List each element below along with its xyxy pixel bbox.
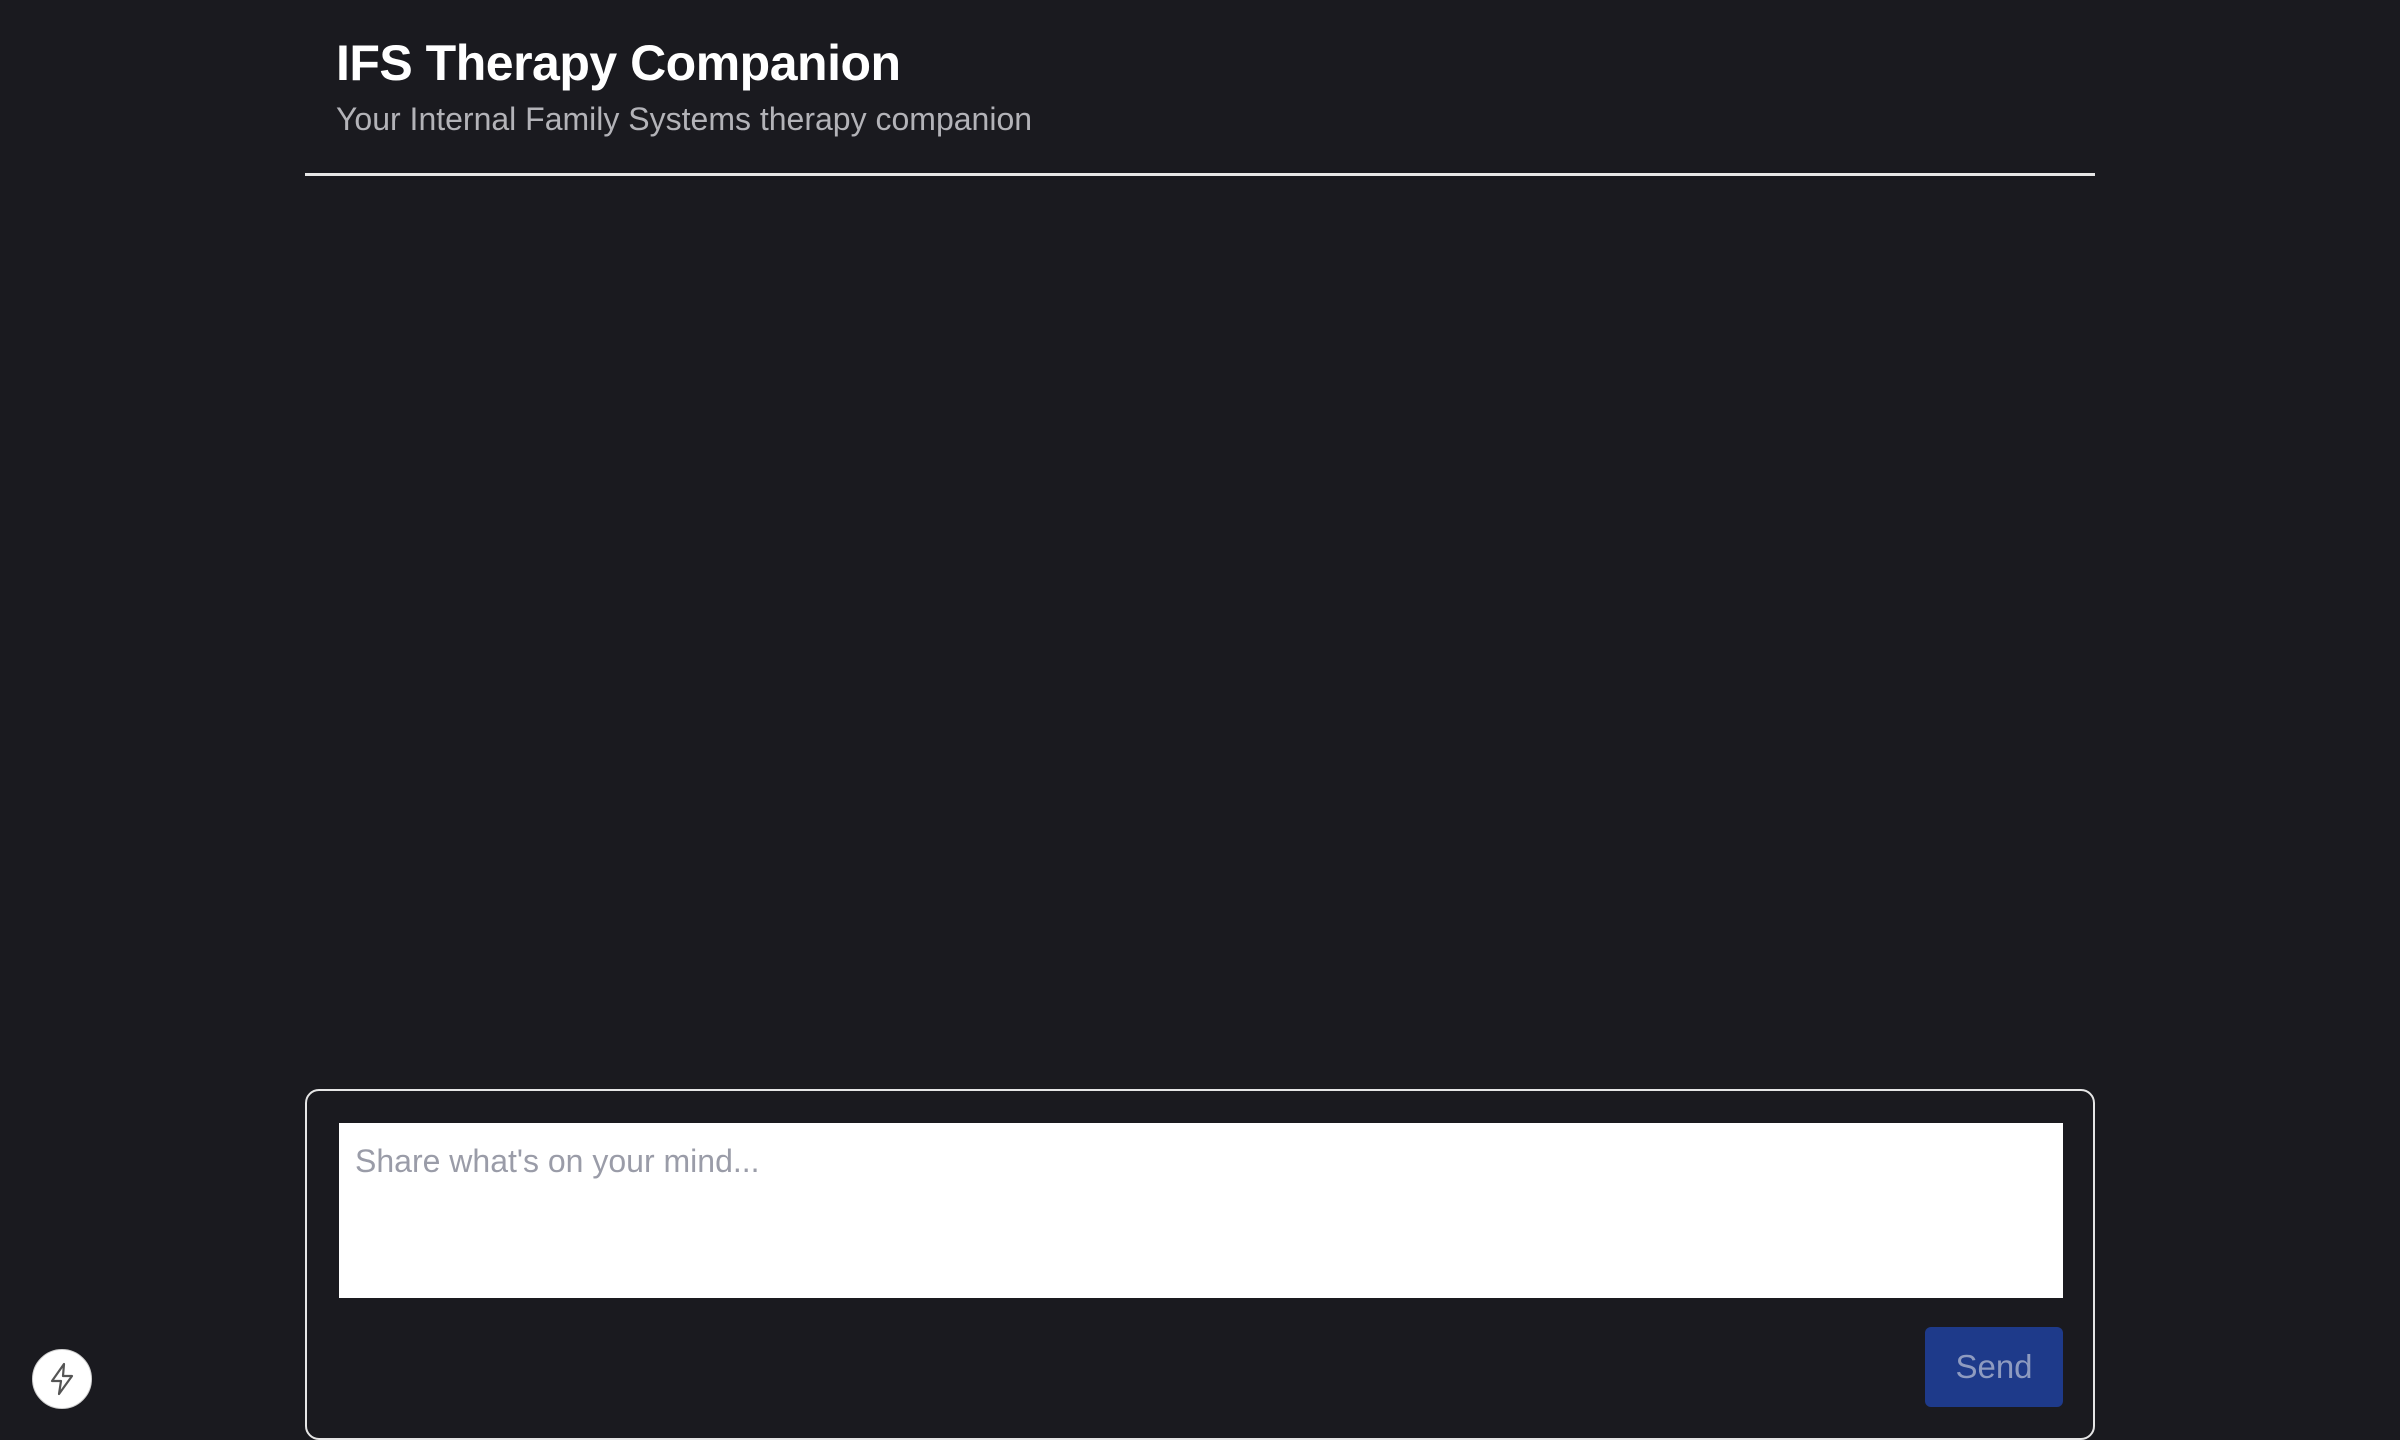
send-button[interactable]: Send <box>1925 1327 2063 1407</box>
page-title: IFS Therapy Companion <box>336 35 901 91</box>
message-area <box>305 180 2095 1080</box>
page-subtitle: Your Internal Family Systems therapy com… <box>336 101 1033 137</box>
message-input[interactable] <box>339 1123 2063 1298</box>
main-container: IFS Therapy Companion Your Internal Fami… <box>305 0 2095 1440</box>
page-header: IFS Therapy Companion Your Internal Fami… <box>305 0 2095 176</box>
lightning-bolt-icon <box>47 1362 77 1396</box>
message-composer: Send <box>305 1089 2095 1440</box>
floating-action-button[interactable] <box>32 1349 92 1409</box>
app-page: IFS Therapy Companion Your Internal Fami… <box>0 0 2400 1440</box>
